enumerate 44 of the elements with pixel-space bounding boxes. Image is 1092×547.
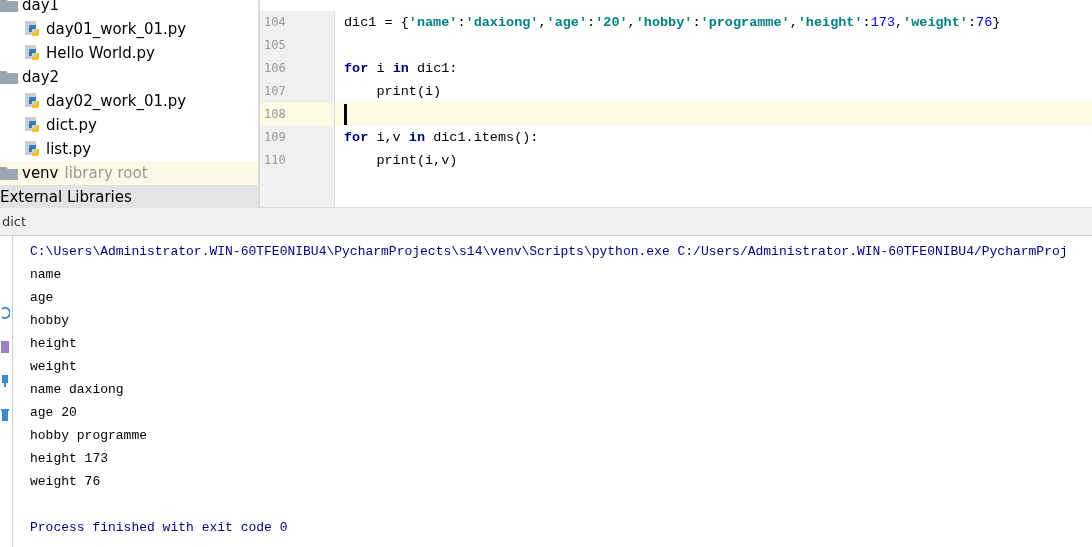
line-number: 110 bbox=[263, 152, 287, 169]
tree-item[interactable]: venv library root bbox=[0, 161, 258, 185]
console-line: Process finished with exit code 0 bbox=[30, 520, 288, 535]
console-line: name daxiong bbox=[30, 382, 124, 397]
line-number: 105 bbox=[263, 37, 287, 54]
tree-item[interactable]: day2 bbox=[0, 65, 258, 89]
console-line: name bbox=[30, 267, 62, 282]
console-line: C:\Users\Administrator.WIN-60TFE0NIBU4\PycharmProjects\s14\venv\Scripts\python.exe C:/Users/Administrator.WIN-60TFE0NIBU4/PycharmProj bbox=[30, 244, 1068, 259]
console-line: age bbox=[30, 290, 54, 305]
code-line: print(i,v) bbox=[375, 152, 458, 170]
python-file-icon bbox=[24, 140, 42, 158]
python-file-icon bbox=[24, 116, 42, 134]
tree-item[interactable]: day02_work_01.py bbox=[0, 89, 258, 113]
tree-item[interactable]: list.py bbox=[0, 137, 258, 161]
line-number: 104 bbox=[263, 14, 287, 31]
folder-icon bbox=[0, 0, 18, 12]
pin-icon[interactable] bbox=[0, 374, 10, 388]
tree-item[interactable]: dict.py bbox=[0, 113, 258, 137]
folder-icon bbox=[0, 166, 18, 180]
tree-item[interactable]: External Libraries bbox=[0, 185, 258, 208]
console-line: height bbox=[30, 336, 77, 351]
line-number: 109 bbox=[263, 129, 287, 146]
console-line: age 20 bbox=[30, 405, 77, 420]
console-line: weight 76 bbox=[30, 474, 101, 489]
python-file-icon bbox=[24, 92, 42, 110]
console-line: hobby programme bbox=[30, 428, 148, 443]
tree-item[interactable]: Hello World.py bbox=[0, 41, 258, 65]
run-tab[interactable]: dict bbox=[0, 214, 27, 229]
python-file-icon bbox=[24, 20, 42, 38]
tree-item[interactable]: day01_work_01.py bbox=[0, 17, 258, 41]
console-line: height 173 bbox=[30, 451, 108, 466]
folder-icon bbox=[0, 70, 18, 84]
text-cursor bbox=[344, 104, 347, 125]
code-line: for i,v in dic1.items(): bbox=[344, 129, 539, 147]
console-line: weight bbox=[30, 359, 77, 374]
python-file-icon bbox=[24, 44, 42, 62]
code-line: dic1 = {'name':'daxiong','age':'20','hobby':'programme','height':173,'weight':76} bbox=[344, 14, 1001, 32]
code-line: print(i) bbox=[375, 83, 442, 101]
line-number: 106 bbox=[263, 60, 287, 77]
code-line: for i in dic1: bbox=[344, 60, 458, 78]
console-line: hobby bbox=[30, 313, 69, 328]
rerun-icon[interactable] bbox=[0, 306, 10, 320]
line-number: 107 bbox=[263, 83, 287, 100]
line-number: 108 bbox=[260, 103, 334, 126]
